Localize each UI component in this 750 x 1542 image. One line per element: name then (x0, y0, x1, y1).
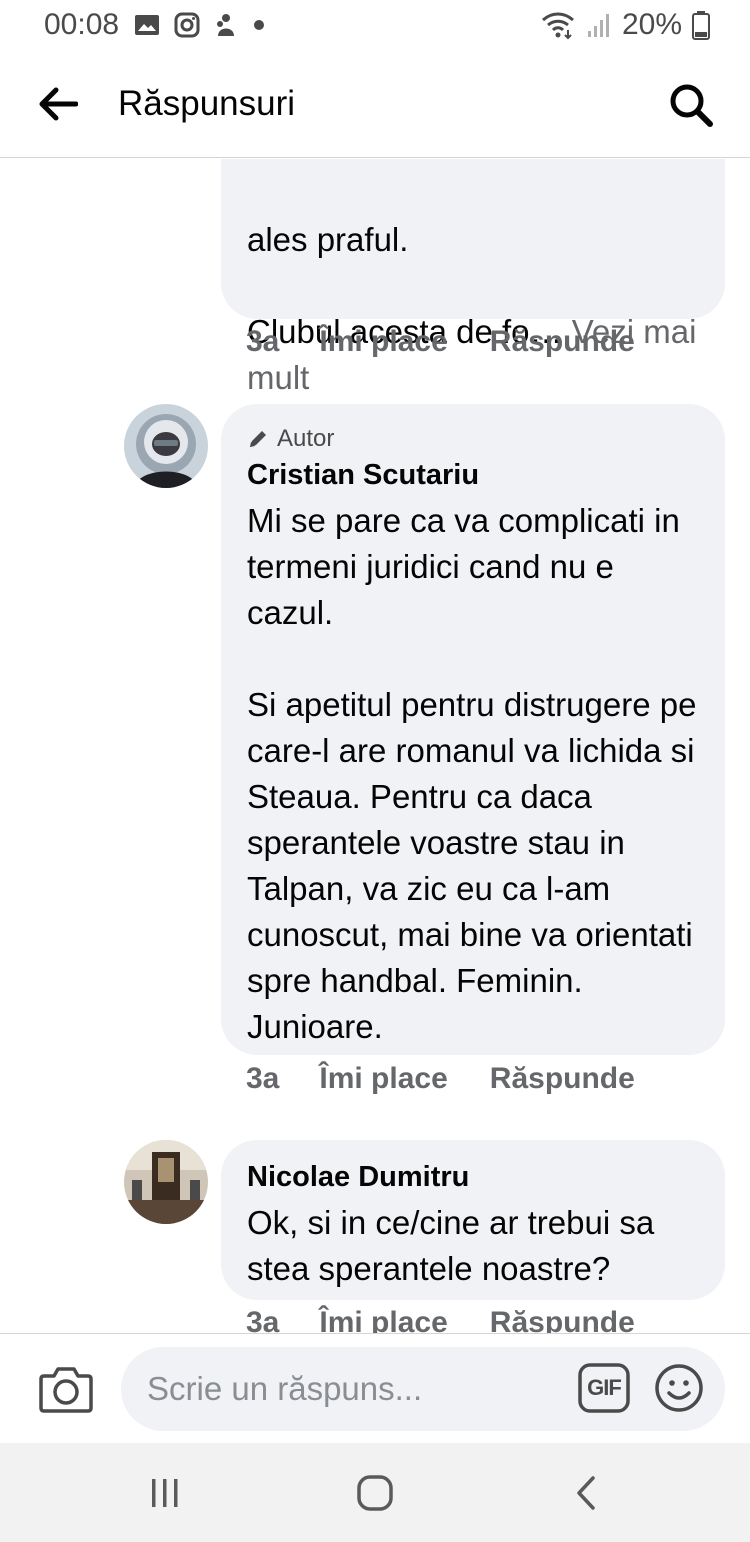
status-bar: 00:08 20% (0, 0, 750, 56)
search-icon (670, 84, 713, 127)
reply-input[interactable] (121, 1347, 725, 1431)
comment-text: Ok, si in ce/cine ar trebui sa stea sper… (247, 1204, 655, 1287)
back-button[interactable] (36, 82, 80, 126)
gallery-icon (135, 15, 159, 35)
reply-button[interactable]: Răspunde (490, 1062, 635, 1096)
comment-text-line: ales praful. (247, 221, 409, 258)
author-badge-label: Autor (277, 425, 335, 452)
avatar[interactable] (124, 1140, 208, 1224)
wifi-icon (541, 12, 574, 40)
pencil-icon (250, 431, 266, 447)
reply-button[interactable]: Răspunde (490, 325, 635, 359)
camera-button[interactable] (38, 1364, 94, 1414)
like-button[interactable]: Îmi place (319, 1062, 447, 1096)
comment-text: Mi se pare ca va complicati in termeni j… (247, 502, 697, 1045)
nav-back-button[interactable] (566, 1473, 606, 1513)
avatar-image (124, 1140, 208, 1224)
recent-apps-icon (152, 1479, 178, 1507)
comment-text: ales praful. Clubul acesta de fo… Vezi m… (247, 171, 699, 401)
dot-icon (254, 20, 264, 30)
reply-composer: GIF (0, 1333, 750, 1443)
status-icons-right: 20% (540, 8, 710, 42)
like-button[interactable]: Îmi place (319, 1306, 447, 1333)
camera-icon (39, 1367, 93, 1413)
battery-percent: 20% (621, 8, 682, 41)
comment-time[interactable]: 3a (246, 1062, 279, 1096)
gif-button[interactable]: GIF (578, 1363, 630, 1413)
arrow-left-icon (39, 87, 78, 121)
instagram-icon (174, 12, 200, 38)
search-button[interactable] (666, 80, 716, 130)
comment-bubble[interactable]: ales praful. Clubul acesta de fo… Vezi m… (221, 159, 725, 396)
back-icon (577, 1476, 595, 1510)
comment-time[interactable]: 3a (246, 325, 279, 359)
commenter-name[interactable]: Nicolae Dumitru (247, 1158, 699, 1196)
status-time: 00:08 (44, 8, 120, 41)
comment-bubble[interactable]: Autor Cristian Scutariu Mi se pare ca va… (221, 404, 725, 1055)
android-nav-bar (0, 1443, 750, 1542)
signal-icon (587, 14, 609, 37)
like-button[interactable]: Îmi place (319, 325, 447, 359)
avatar[interactable] (124, 404, 208, 488)
comment-actions: 3a Îmi place Răspunde (246, 1306, 635, 1333)
comment-actions: 3a Îmi place Răspunde (246, 1062, 635, 1096)
emoji-button[interactable] (654, 1363, 704, 1413)
page-title: Răspunsuri (118, 84, 296, 123)
replies-feed[interactable]: ales praful. Clubul acesta de fo… Vezi m… (0, 159, 750, 1333)
home-icon (357, 1475, 393, 1511)
avatar-image (124, 404, 208, 488)
commenter-name[interactable]: Cristian Scutariu (247, 456, 699, 494)
gif-label: GIF (587, 1375, 622, 1400)
comment-actions: 3a Îmi place Răspunde (246, 325, 635, 359)
reply-button[interactable]: Răspunde (490, 1306, 635, 1333)
battery-icon (692, 11, 710, 40)
notification-icon (217, 14, 234, 36)
emoji-icon (655, 1364, 703, 1412)
status-icons-left (134, 12, 266, 38)
comment-time[interactable]: 3a (246, 1306, 279, 1333)
app-header: Răspunsuri (0, 56, 750, 158)
recent-apps-button[interactable] (145, 1473, 185, 1513)
author-badge: Autor (247, 422, 699, 456)
comment-bubble[interactable]: Nicolae Dumitru Ok, si in ce/cine ar tre… (221, 1140, 725, 1300)
home-button[interactable] (355, 1473, 395, 1513)
